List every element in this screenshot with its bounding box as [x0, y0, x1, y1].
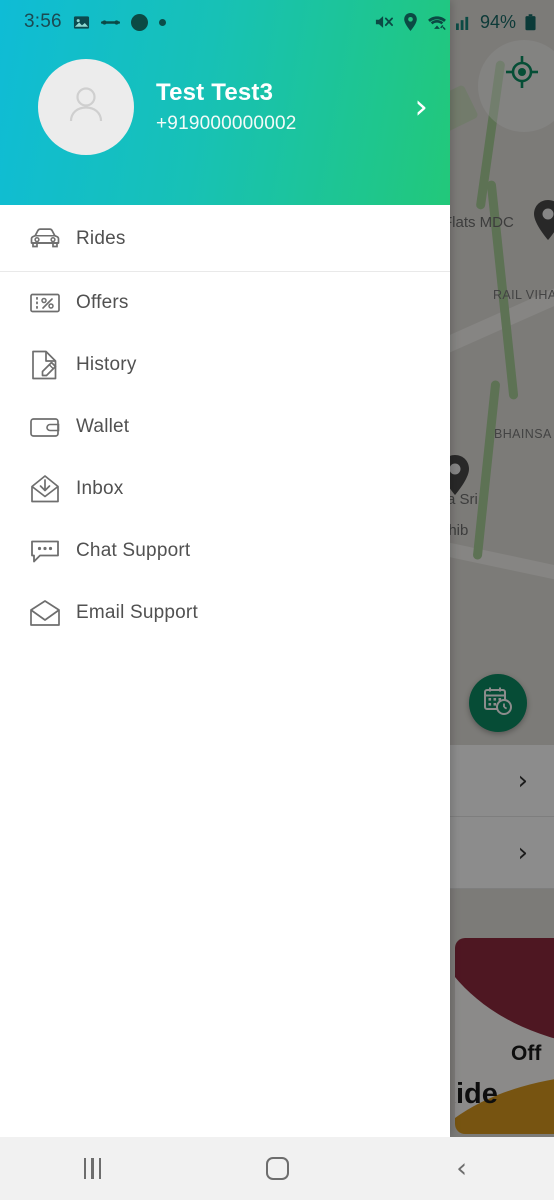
inbox-icon	[22, 474, 68, 504]
sidebar-item-label: Rides	[76, 228, 126, 249]
back-button[interactable]: ‹	[369, 1155, 554, 1182]
wallet-icon	[22, 413, 68, 441]
home-button[interactable]	[185, 1157, 370, 1180]
app-logo-icon	[100, 18, 120, 27]
navigation-drawer: Test Test3 +919000000002 › Rides Offers …	[0, 0, 450, 1137]
back-icon: ‹	[456, 1153, 468, 1184]
status-bar-right: 94%	[374, 12, 536, 33]
sidebar-item-email-support[interactable]: Email Support	[0, 582, 450, 644]
sidebar-item-history[interactable]: History	[0, 334, 450, 396]
history-edit-icon	[22, 349, 68, 381]
battery-icon	[525, 13, 536, 31]
profile-text: Test Test3 +919000000002	[156, 79, 297, 135]
envelope-icon	[22, 599, 68, 627]
filled-circle-icon	[130, 13, 148, 31]
offer-percent-icon	[22, 289, 68, 317]
chevron-right-icon[interactable]: ›	[414, 90, 428, 124]
battery-percent: 94%	[479, 11, 516, 32]
image-icon	[73, 14, 90, 31]
profile-phone: +919000000002	[156, 112, 297, 134]
sidebar-item-label: Inbox	[76, 478, 124, 499]
wifi-icon	[427, 14, 447, 31]
sidebar-item-inbox[interactable]: Inbox	[0, 458, 450, 520]
person-avatar-icon	[62, 80, 110, 133]
car-icon	[22, 225, 68, 253]
dot-icon	[158, 18, 166, 26]
sidebar-item-label: History	[76, 354, 137, 375]
android-nav-bar: ‹	[0, 1137, 554, 1200]
profile-name: Test Test3	[156, 78, 274, 106]
sidebar-item-wallet[interactable]: Wallet	[0, 396, 450, 458]
recents-icon	[83, 1158, 102, 1179]
signal-bars-icon	[455, 15, 471, 30]
sidebar-item-label: Wallet	[76, 416, 130, 437]
avatar[interactable]	[38, 58, 134, 155]
sidebar-item-label: Email Support	[76, 602, 198, 623]
drawer-menu: Rides Offers History Wallet Inbox Chat S…	[0, 205, 450, 1137]
sidebar-item-label: Offers	[76, 292, 129, 313]
mute-icon	[374, 13, 394, 31]
status-bar-left: 3:56	[24, 11, 166, 33]
chat-bubble-icon	[22, 537, 68, 565]
recents-button[interactable]	[0, 1158, 185, 1179]
sidebar-item-offers[interactable]: Offers	[0, 272, 450, 334]
home-icon	[265, 1157, 289, 1180]
sidebar-item-label: Chat Support	[76, 540, 191, 561]
status-bar: 3:56 94%	[0, 0, 554, 44]
location-pin-icon	[403, 13, 418, 31]
sidebar-item-chat-support[interactable]: Chat Support	[0, 520, 450, 582]
sidebar-item-rides[interactable]: Rides	[0, 207, 450, 271]
status-time: 3:56	[24, 11, 62, 32]
